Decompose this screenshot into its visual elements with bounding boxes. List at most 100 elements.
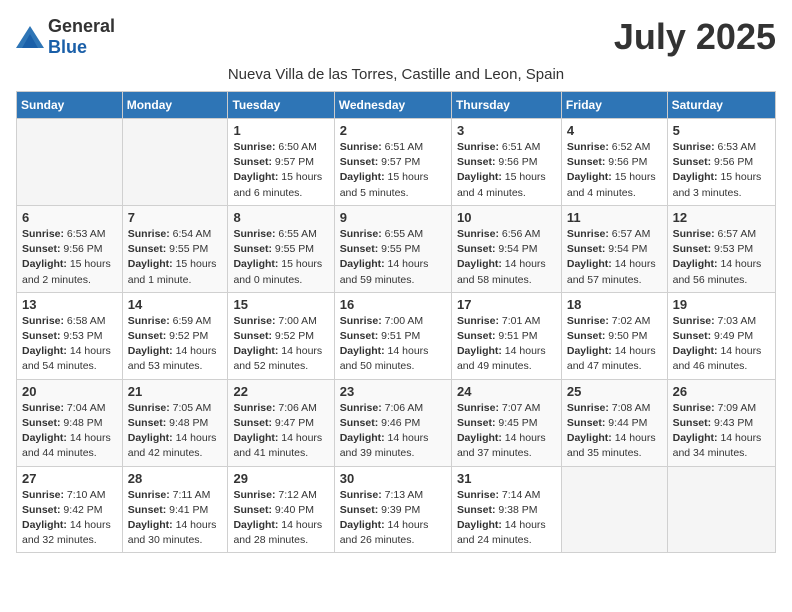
table-row: 18 Sunrise: 7:02 AMSunset: 9:50 PMDayligh… bbox=[561, 292, 667, 379]
day-number: 23 bbox=[340, 384, 446, 399]
table-row: 25Sunrise: 7:08 AMSunset: 9:44 PMDayligh… bbox=[561, 379, 667, 466]
table-row: 30Sunrise: 7:13 AMSunset: 9:39 PMDayligh… bbox=[334, 466, 451, 553]
day-info: Sunrise: 7:11 AMSunset: 9:41 PMDaylight:… bbox=[128, 488, 223, 549]
day-number: 14 bbox=[128, 297, 223, 312]
day-info: Sunrise: 6:54 AMSunset: 9:55 PMDaylight:… bbox=[128, 227, 223, 288]
day-info: Sunrise: 7:02 AMSunset: 9:50 PMDaylight:… bbox=[567, 314, 662, 375]
table-row: 11Sunrise: 6:57 AMSunset: 9:54 PMDayligh… bbox=[561, 205, 667, 292]
table-row: 3 Sunrise: 6:51 AMSunset: 9:56 PMDaylight… bbox=[451, 119, 561, 206]
day-number: 30 bbox=[340, 471, 446, 486]
calendar-week-row: 27Sunrise: 7:10 AMSunset: 9:42 PMDayligh… bbox=[17, 466, 776, 553]
day-number: 5 bbox=[673, 123, 770, 138]
day-number: 25 bbox=[567, 384, 662, 399]
day-info: Sunrise: 7:03 AMSunset: 9:49 PMDaylight:… bbox=[673, 314, 770, 375]
table-row: 13 Sunrise: 6:58 AMSunset: 9:53 PMDayligh… bbox=[17, 292, 123, 379]
table-row: 23 Sunrise: 7:06 AMSunset: 9:46 PMDayligh… bbox=[334, 379, 451, 466]
table-row: 12 Sunrise: 6:57 AMSunset: 9:53 PMDayligh… bbox=[667, 205, 775, 292]
day-number: 18 bbox=[567, 297, 662, 312]
day-info: Sunrise: 7:00 AMSunset: 9:51 PMDaylight:… bbox=[340, 314, 446, 375]
table-row bbox=[561, 466, 667, 553]
day-number: 22 bbox=[233, 384, 328, 399]
day-info: Sunrise: 6:59 AMSunset: 9:52 PMDaylight:… bbox=[128, 314, 223, 375]
calendar-week-row: 13 Sunrise: 6:58 AMSunset: 9:53 PMDayligh… bbox=[17, 292, 776, 379]
day-info: Sunrise: 6:51 AMSunset: 9:56 PMDaylight:… bbox=[457, 140, 556, 201]
day-number: 26 bbox=[673, 384, 770, 399]
day-info: Sunrise: 6:55 AMSunset: 9:55 PMDaylight:… bbox=[340, 227, 446, 288]
calendar-header-row: Sunday Monday Tuesday Wednesday Thursday… bbox=[17, 92, 776, 119]
day-info: Sunrise: 6:53 AMSunset: 9:56 PMDaylight:… bbox=[673, 140, 770, 201]
day-info: Sunrise: 6:56 AMSunset: 9:54 PMDaylight:… bbox=[457, 227, 556, 288]
day-info: Sunrise: 6:57 AMSunset: 9:54 PMDaylight:… bbox=[567, 227, 662, 288]
table-row: 22 Sunrise: 7:06 AMSunset: 9:47 PMDayligh… bbox=[228, 379, 334, 466]
logo-general: General bbox=[48, 16, 115, 36]
table-row: 24Sunrise: 7:07 AMSunset: 9:45 PMDayligh… bbox=[451, 379, 561, 466]
day-info: Sunrise: 6:53 AMSunset: 9:56 PMDaylight:… bbox=[22, 227, 117, 288]
table-row: 2Sunrise: 6:51 AMSunset: 9:57 PMDaylight… bbox=[334, 119, 451, 206]
day-info: Sunrise: 7:04 AMSunset: 9:48 PMDaylight:… bbox=[22, 401, 117, 462]
logo-icon bbox=[16, 26, 44, 48]
day-info: Sunrise: 7:06 AMSunset: 9:46 PMDaylight:… bbox=[340, 401, 446, 462]
day-number: 31 bbox=[457, 471, 556, 486]
day-info: Sunrise: 6:57 AMSunset: 9:53 PMDaylight:… bbox=[673, 227, 770, 288]
day-number: 19 bbox=[673, 297, 770, 312]
title-section: July 2025 bbox=[614, 16, 776, 58]
table-row: 28Sunrise: 7:11 AMSunset: 9:41 PMDayligh… bbox=[122, 466, 228, 553]
day-number: 7 bbox=[128, 210, 223, 225]
day-number: 1 bbox=[233, 123, 328, 138]
logo-blue: Blue bbox=[48, 37, 87, 57]
header-monday: Monday bbox=[122, 92, 228, 119]
day-number: 6 bbox=[22, 210, 117, 225]
day-number: 27 bbox=[22, 471, 117, 486]
header-thursday: Thursday bbox=[451, 92, 561, 119]
table-row: 14 Sunrise: 6:59 AMSunset: 9:52 PMDayligh… bbox=[122, 292, 228, 379]
table-row: 8Sunrise: 6:55 AMSunset: 9:55 PMDaylight… bbox=[228, 205, 334, 292]
day-number: 21 bbox=[128, 384, 223, 399]
calendar-week-row: 6 Sunrise: 6:53 AMSunset: 9:56 PMDaylight… bbox=[17, 205, 776, 292]
table-row: 4Sunrise: 6:52 AMSunset: 9:56 PMDaylight… bbox=[561, 119, 667, 206]
table-row: 5 Sunrise: 6:53 AMSunset: 9:56 PMDaylight… bbox=[667, 119, 775, 206]
header-wednesday: Wednesday bbox=[334, 92, 451, 119]
day-number: 29 bbox=[233, 471, 328, 486]
day-info: Sunrise: 6:50 AMSunset: 9:57 PMDaylight:… bbox=[233, 140, 328, 201]
table-row: 17Sunrise: 7:01 AMSunset: 9:51 PMDayligh… bbox=[451, 292, 561, 379]
table-row: 15 Sunrise: 7:00 AMSunset: 9:52 PMDayligh… bbox=[228, 292, 334, 379]
day-info: Sunrise: 7:09 AMSunset: 9:43 PMDaylight:… bbox=[673, 401, 770, 462]
day-info: Sunrise: 6:55 AMSunset: 9:55 PMDaylight:… bbox=[233, 227, 328, 288]
day-number: 15 bbox=[233, 297, 328, 312]
header-tuesday: Tuesday bbox=[228, 92, 334, 119]
table-row: 6 Sunrise: 6:53 AMSunset: 9:56 PMDaylight… bbox=[17, 205, 123, 292]
day-info: Sunrise: 6:58 AMSunset: 9:53 PMDaylight:… bbox=[22, 314, 117, 375]
table-row: 7 Sunrise: 6:54 AMSunset: 9:55 PMDaylight… bbox=[122, 205, 228, 292]
table-row: 1 Sunrise: 6:50 AMSunset: 9:57 PMDaylight… bbox=[228, 119, 334, 206]
day-number: 24 bbox=[457, 384, 556, 399]
day-number: 20 bbox=[22, 384, 117, 399]
subtitle: Nueva Villa de las Torres, Castille and … bbox=[16, 66, 776, 83]
header-friday: Friday bbox=[561, 92, 667, 119]
day-info: Sunrise: 7:05 AMSunset: 9:48 PMDaylight:… bbox=[128, 401, 223, 462]
day-number: 16 bbox=[340, 297, 446, 312]
day-info: Sunrise: 6:51 AMSunset: 9:57 PMDaylight:… bbox=[340, 140, 446, 201]
main-title: July 2025 bbox=[614, 16, 776, 58]
calendar-table: Sunday Monday Tuesday Wednesday Thursday… bbox=[16, 91, 776, 553]
day-info: Sunrise: 7:14 AMSunset: 9:38 PMDaylight:… bbox=[457, 488, 556, 549]
table-row: 21 Sunrise: 7:05 AMSunset: 9:48 PMDayligh… bbox=[122, 379, 228, 466]
day-number: 3 bbox=[457, 123, 556, 138]
table-row: 20 Sunrise: 7:04 AMSunset: 9:48 PMDayligh… bbox=[17, 379, 123, 466]
table-row bbox=[122, 119, 228, 206]
day-number: 10 bbox=[457, 210, 556, 225]
table-row: 9Sunrise: 6:55 AMSunset: 9:55 PMDaylight… bbox=[334, 205, 451, 292]
day-info: Sunrise: 7:00 AMSunset: 9:52 PMDaylight:… bbox=[233, 314, 328, 375]
page-header: General Blue July 2025 bbox=[16, 16, 776, 58]
day-number: 13 bbox=[22, 297, 117, 312]
table-row: 27Sunrise: 7:10 AMSunset: 9:42 PMDayligh… bbox=[17, 466, 123, 553]
day-info: Sunrise: 7:06 AMSunset: 9:47 PMDaylight:… bbox=[233, 401, 328, 462]
table-row: 16 Sunrise: 7:00 AMSunset: 9:51 PMDayligh… bbox=[334, 292, 451, 379]
calendar-week-row: 1 Sunrise: 6:50 AMSunset: 9:57 PMDaylight… bbox=[17, 119, 776, 206]
day-number: 12 bbox=[673, 210, 770, 225]
logo: General Blue bbox=[16, 16, 115, 58]
table-row: 26 Sunrise: 7:09 AMSunset: 9:43 PMDayligh… bbox=[667, 379, 775, 466]
table-row: 19 Sunrise: 7:03 AMSunset: 9:49 PMDayligh… bbox=[667, 292, 775, 379]
day-info: Sunrise: 7:01 AMSunset: 9:51 PMDaylight:… bbox=[457, 314, 556, 375]
table-row bbox=[667, 466, 775, 553]
table-row: 10 Sunrise: 6:56 AMSunset: 9:54 PMDayligh… bbox=[451, 205, 561, 292]
